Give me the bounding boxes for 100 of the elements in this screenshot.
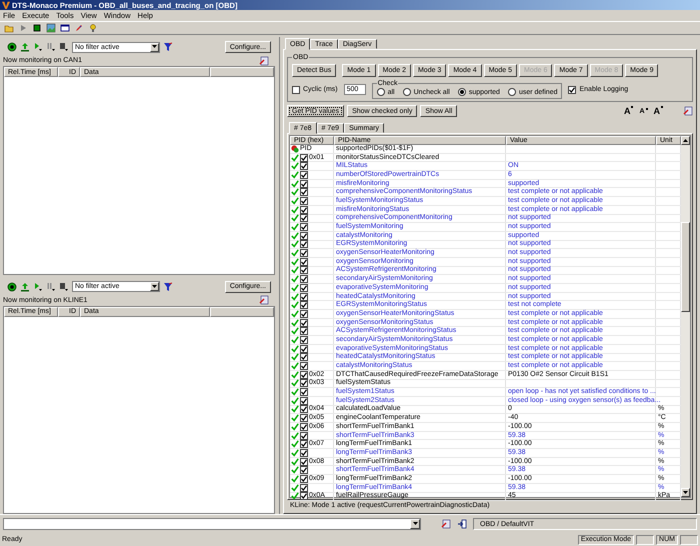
- row-checkbox[interactable]: [300, 188, 308, 196]
- row-checkbox[interactable]: [300, 249, 308, 258]
- font-size-button[interactable]: A: [620, 106, 634, 116]
- tick-icon: [301, 310, 307, 317]
- tick-icon: [301, 441, 307, 448]
- tick-icon: [301, 493, 307, 500]
- tick-icon: [301, 346, 307, 352]
- pause-dropdown-icon: [46, 282, 56, 292]
- tick-icon: [301, 163, 307, 170]
- status-pane: [680, 534, 698, 544]
- tick-icon: [301, 406, 307, 412]
- tick-icon: [301, 458, 307, 465]
- stop-icon: [32, 23, 42, 33]
- tick-icon: [301, 320, 307, 326]
- tick-icon: [301, 389, 307, 396]
- command-dropdown[interactable]: [3, 518, 421, 530]
- tick-icon: [301, 232, 307, 239]
- row-checkbox[interactable]: [300, 353, 308, 362]
- row-checkbox[interactable]: [300, 266, 308, 274]
- enter-icon: [457, 519, 467, 529]
- tick-icon: [301, 476, 307, 482]
- row-checkbox[interactable]: [300, 162, 308, 170]
- filter-icon: [163, 42, 173, 52]
- row-checkbox[interactable]: [300, 405, 308, 414]
- folder-icon: [4, 23, 14, 33]
- tick-icon: [301, 450, 307, 456]
- tick-icon: [301, 267, 307, 274]
- tick-icon: [301, 467, 307, 474]
- lightbulb-icon: [88, 23, 98, 33]
- radio-circle[interactable]: [402, 88, 411, 96]
- tick-icon: [301, 424, 307, 430]
- device-icon: [59, 282, 69, 292]
- radio-circle[interactable]: [508, 88, 516, 96]
- tick-icon: [301, 380, 307, 386]
- down-arrow-icon: [683, 490, 688, 494]
- pencil-icon: [74, 23, 84, 33]
- export-icon: [259, 295, 269, 305]
- down-arrow-icon: [152, 284, 157, 288]
- row-checkbox[interactable]: [300, 327, 308, 336]
- row-checkbox[interactable]: [300, 214, 308, 222]
- row-checkbox[interactable]: [300, 301, 308, 310]
- tick-icon: [301, 189, 307, 196]
- tick-icon: [301, 198, 307, 204]
- tick-icon: [301, 206, 307, 213]
- window-icon: [60, 23, 70, 33]
- upload-icon: [20, 42, 30, 52]
- upload-icon: [20, 282, 30, 292]
- tick-icon: [301, 398, 307, 404]
- tick-icon: [301, 302, 307, 308]
- tick-icon: [301, 363, 307, 370]
- row-checkbox[interactable]: [300, 492, 308, 500]
- row-checkbox[interactable]: [300, 379, 308, 388]
- tick-icon: [301, 250, 307, 256]
- tick-icon: [301, 284, 307, 291]
- export-icon: [259, 56, 269, 66]
- tick-icon: [301, 432, 307, 439]
- power-icon: [7, 282, 17, 292]
- font-size-button[interactable]: A: [650, 106, 663, 116]
- export-icon: [441, 519, 451, 529]
- row-checkbox[interactable]: [300, 466, 308, 474]
- row-checkbox[interactable]: [300, 362, 308, 370]
- filter-icon: [163, 282, 173, 292]
- power-icon: [7, 42, 17, 52]
- up-arrow-icon: [683, 138, 688, 142]
- down-arrow-icon: [412, 522, 418, 526]
- radio-circle[interactable]: [458, 88, 466, 96]
- tick-icon: [569, 86, 576, 92]
- tick-icon: [301, 241, 307, 248]
- row-checkbox[interactable]: [300, 275, 308, 284]
- play-dropdown-icon: [33, 282, 43, 292]
- tick-icon: [301, 224, 307, 230]
- down-arrow-icon: [152, 45, 157, 49]
- image-icon: [46, 23, 56, 33]
- tick-icon: [301, 294, 307, 300]
- tick-icon: [301, 328, 307, 334]
- status-pane: [636, 534, 654, 544]
- tick-icon: [301, 354, 307, 360]
- column-header[interactable]: [210, 67, 274, 77]
- status-icon: [291, 144, 299, 153]
- pause-dropdown-icon: [46, 42, 56, 52]
- tick-icon: [301, 172, 307, 178]
- app-logo-icon: [2, 1, 10, 9]
- tick-icon: [301, 484, 307, 491]
- play-dropdown-icon: [33, 42, 43, 52]
- tick-icon: [301, 258, 307, 265]
- column-header[interactable]: [210, 306, 274, 316]
- play-icon: [18, 23, 28, 33]
- scrollbar[interactable]: [681, 136, 690, 497]
- export-icon: [683, 106, 693, 116]
- tick-icon: [301, 154, 307, 161]
- tick-icon: [301, 372, 307, 378]
- tick-icon: [301, 180, 307, 187]
- row-checkbox[interactable]: [300, 414, 308, 422]
- row-checkbox[interactable]: [300, 240, 308, 248]
- radio-circle[interactable]: [376, 88, 385, 96]
- row-checkbox[interactable]: [300, 223, 308, 232]
- tick-icon: [301, 215, 307, 222]
- row-checkbox[interactable]: [300, 440, 308, 448]
- tick-icon: [301, 336, 307, 343]
- row-checkbox[interactable]: [300, 388, 308, 396]
